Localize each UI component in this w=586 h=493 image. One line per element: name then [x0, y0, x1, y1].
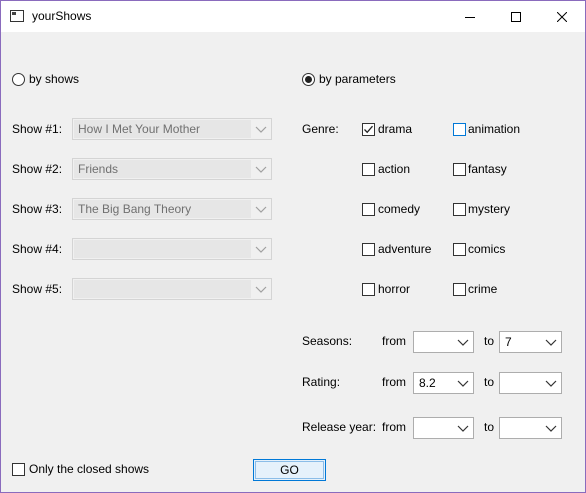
chevron-down-icon — [545, 339, 557, 346]
release-year-from-combobox[interactable] — [413, 417, 474, 439]
chevron-down-icon — [255, 126, 267, 133]
rating-to-label: to — [484, 375, 495, 389]
window-title: yourShows — [32, 9, 92, 23]
seasons-label: Seasons: — [302, 334, 353, 348]
show-2-label: Show #2: — [12, 162, 63, 176]
genre-comics-checkbox[interactable] — [453, 243, 466, 256]
genre-animation-checkbox[interactable] — [453, 123, 466, 136]
close-button[interactable] — [539, 1, 585, 32]
maximize-icon — [511, 11, 521, 22]
release-year-to-label: to — [484, 420, 495, 434]
genre-horror-checkbox[interactable] — [362, 283, 375, 296]
show-3-value: The Big Bang Theory — [78, 202, 192, 216]
chevron-down-icon — [457, 425, 469, 432]
show-2-value: Friends — [78, 162, 119, 176]
show-3-label: Show #3: — [12, 202, 63, 216]
genre-fantasy-checkbox[interactable] — [453, 163, 466, 176]
rating-from-combobox[interactable]: 8.2 — [413, 372, 474, 394]
genre-adventure-label[interactable]: adventure — [378, 242, 431, 256]
show-5-label: Show #5: — [12, 282, 63, 296]
rating-from-value: 8.2 — [419, 376, 436, 390]
show-1-value: How I Met Your Mother — [78, 122, 201, 136]
seasons-from-combobox[interactable] — [413, 331, 474, 353]
genre-action-label[interactable]: action — [378, 162, 410, 176]
show-2-combobox[interactable]: Friends — [72, 158, 272, 180]
chevron-down-icon — [457, 380, 469, 387]
rating-label: Rating: — [302, 375, 341, 389]
genre-mystery-checkbox[interactable] — [453, 203, 466, 216]
genre-comics-label[interactable]: comics — [468, 242, 505, 256]
genre-drama-label[interactable]: drama — [378, 122, 412, 136]
genre-animation-label[interactable]: animation — [468, 122, 520, 136]
close-icon — [557, 11, 567, 22]
genre-mystery-label[interactable]: mystery — [468, 202, 510, 216]
rating-to-combobox[interactable] — [499, 372, 562, 394]
seasons-to-value: 7 — [505, 335, 512, 349]
genre-comedy-checkbox[interactable] — [362, 203, 375, 216]
show-1-label: Show #1: — [12, 122, 63, 136]
genre-crime-checkbox[interactable] — [453, 283, 466, 296]
show-3-combobox[interactable]: The Big Bang Theory — [72, 198, 272, 220]
maximize-button[interactable] — [493, 1, 539, 32]
genre-fantasy-label[interactable]: fantasy — [468, 162, 507, 176]
genre-comedy-label[interactable]: comedy — [378, 202, 420, 216]
closed-only-label[interactable]: Only the closed shows — [29, 462, 149, 476]
show-4-combobox[interactable] — [72, 238, 272, 260]
seasons-to-combobox[interactable]: 7 — [499, 331, 562, 353]
chevron-down-icon — [545, 380, 557, 387]
genre-label: Genre: — [302, 122, 339, 136]
seasons-to-label: to — [484, 334, 495, 348]
go-button[interactable]: GO — [253, 459, 326, 481]
app-window-icon — [10, 10, 24, 22]
by-shows-radio[interactable] — [12, 73, 25, 86]
minimize-button[interactable] — [447, 1, 493, 32]
genre-crime-label[interactable]: crime — [468, 282, 497, 296]
rating-from-label: from — [382, 375, 406, 389]
title-bar[interactable]: yourShows — [1, 1, 585, 32]
by-parameters-label[interactable]: by parameters — [319, 72, 396, 86]
chevron-down-icon — [457, 339, 469, 346]
go-button-label: GO — [280, 463, 299, 477]
genre-drama-checkbox[interactable] — [362, 123, 375, 136]
minimize-icon — [465, 16, 475, 18]
genre-horror-label[interactable]: horror — [378, 282, 410, 296]
chevron-down-icon — [255, 166, 267, 173]
main-window: yourShows by shows by parameters Show #1… — [0, 0, 586, 493]
show-4-label: Show #4: — [12, 242, 63, 256]
show-1-combobox[interactable]: How I Met Your Mother — [72, 118, 272, 140]
genre-action-checkbox[interactable] — [362, 163, 375, 176]
release-year-label: Release year: — [302, 420, 377, 434]
chevron-down-icon — [255, 206, 267, 213]
checkmark-icon — [364, 125, 373, 134]
show-5-combobox[interactable] — [72, 278, 272, 300]
by-shows-label[interactable]: by shows — [29, 72, 79, 86]
seasons-from-label: from — [382, 334, 406, 348]
release-year-from-label: from — [382, 420, 406, 434]
chevron-down-icon — [255, 286, 267, 293]
closed-only-checkbox[interactable] — [12, 463, 25, 476]
chevron-down-icon — [545, 425, 557, 432]
chevron-down-icon — [255, 246, 267, 253]
by-parameters-radio[interactable] — [302, 73, 315, 86]
genre-adventure-checkbox[interactable] — [362, 243, 375, 256]
release-year-to-combobox[interactable] — [499, 417, 562, 439]
